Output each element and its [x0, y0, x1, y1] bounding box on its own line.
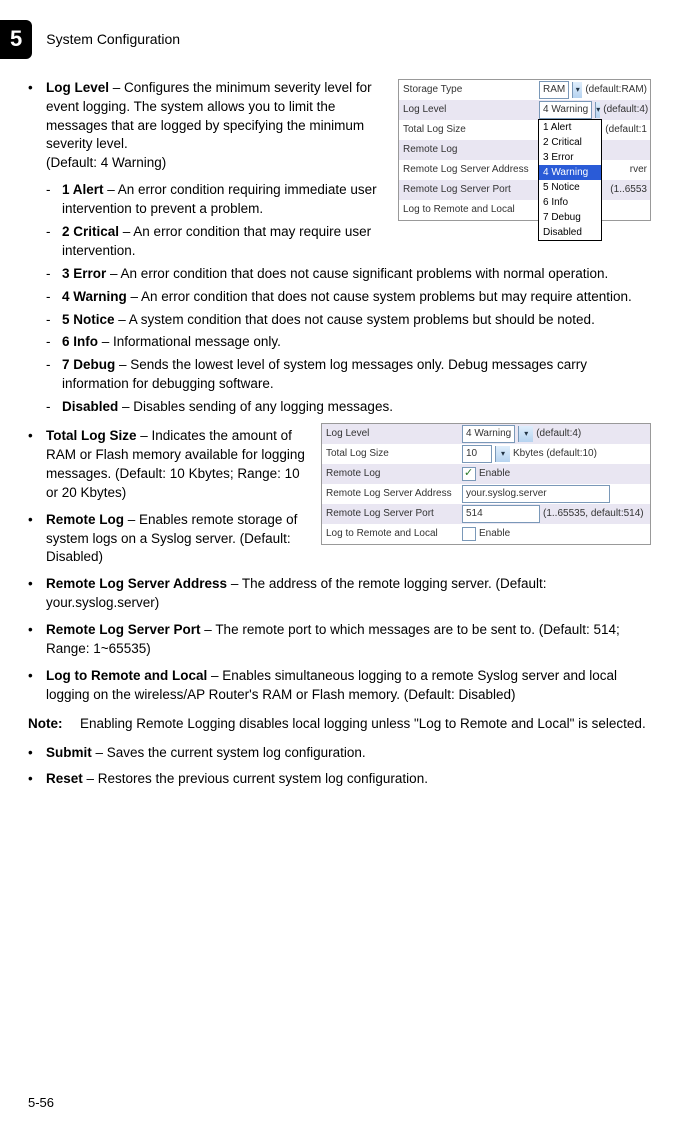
dropdown-option[interactable]: 6 Info	[539, 195, 601, 210]
page-number: 5-56	[28, 1094, 54, 1112]
bullet-log-level: • Log Level – Configures the minimum sev…	[28, 79, 392, 173]
config-panel-loglevel: Storage Type RAM▾ (default:RAM) Log Leve…	[398, 79, 651, 221]
page-header: 5 System Configuration	[28, 20, 651, 59]
sub-2critical: -2 Critical – An error condition that ma…	[46, 223, 392, 261]
bullet-reset: • Reset – Restores the previous current …	[28, 770, 651, 789]
sub-6info: -6 Info – Informational message only.	[46, 333, 651, 352]
bullet-submit: • Submit – Saves the current system log …	[28, 744, 651, 763]
row-label: Remote Log Server Address	[399, 163, 539, 177]
log-level-dropdown[interactable]: 1 Alert 2 Critical 3 Error 4 Warning 5 N…	[538, 119, 602, 241]
dropdown-option[interactable]: 1 Alert	[539, 120, 601, 135]
log-level-select[interactable]: 4 Warning	[539, 101, 592, 119]
remote-log-checkbox[interactable]: ✓	[462, 467, 476, 481]
sub-4warning: -4 Warning – An error condition that doe…	[46, 288, 651, 307]
bullet-remote-log: • Remote Log – Enables remote storage of…	[28, 511, 315, 568]
chevron-down-icon[interactable]: ▾	[595, 102, 600, 118]
bullet-log-remote-local: • Log to Remote and Local – Enables simu…	[28, 667, 651, 705]
remote-port-input[interactable]: 514	[462, 505, 540, 523]
sub-disabled: -Disabled – Disables sending of any logg…	[46, 398, 651, 417]
bullet-total-log-size: • Total Log Size – Indicates the amount …	[28, 427, 315, 503]
log-level-select[interactable]: 4 Warning	[462, 425, 515, 443]
total-log-size-select[interactable]: 10	[462, 445, 492, 463]
row-label: Remote Log	[322, 467, 462, 481]
dropdown-option[interactable]: Disabled	[539, 225, 601, 240]
chevron-down-icon[interactable]: ▾	[518, 426, 533, 442]
row-label: Total Log Size	[322, 447, 462, 461]
row-label: Log to Remote and Local	[322, 527, 462, 541]
row-label: Log Level	[322, 427, 462, 441]
dropdown-option[interactable]: 3 Error	[539, 150, 601, 165]
sub-1alert: -1 Alert – An error condition requiring …	[46, 181, 392, 219]
row-label: Log to Remote and Local	[399, 203, 539, 217]
dropdown-option[interactable]: 5 Notice	[539, 180, 601, 195]
log-remote-local-checkbox[interactable]	[462, 527, 476, 541]
row-label: Storage Type	[399, 83, 539, 97]
bullet-remote-port: • Remote Log Server Port – The remote po…	[28, 621, 651, 659]
dropdown-option[interactable]: 2 Critical	[539, 135, 601, 150]
row-label: Log Level	[399, 103, 539, 117]
row-label: Remote Log Server Address	[322, 487, 462, 501]
bullet-remote-addr: • Remote Log Server Address – The addres…	[28, 575, 651, 613]
dropdown-option-selected[interactable]: 4 Warning	[539, 165, 601, 180]
note: Note: Enabling Remote Logging disables l…	[28, 715, 651, 734]
dropdown-option[interactable]: 7 Debug	[539, 210, 601, 225]
chapter-number: 5	[0, 20, 32, 59]
config-panel-totallog: Log Level 4 Warning▾ (default:4) Total L…	[321, 423, 651, 545]
row-label: Remote Log Server Port	[399, 183, 539, 197]
sub-7debug: -7 Debug – Sends the lowest level of sys…	[46, 356, 651, 394]
row-label: Remote Log	[399, 143, 539, 157]
remote-addr-input[interactable]: your.syslog.server	[462, 485, 610, 503]
sub-5notice: -5 Notice – A system condition that does…	[46, 311, 651, 330]
sub-3error: -3 Error – An error condition that does …	[46, 265, 651, 284]
chevron-down-icon[interactable]: ▾	[572, 82, 582, 98]
chevron-down-icon[interactable]: ▾	[495, 446, 510, 462]
row-label: Total Log Size	[399, 123, 539, 137]
page-title: System Configuration	[46, 30, 180, 50]
row-label: Remote Log Server Port	[322, 507, 462, 521]
storage-type-select[interactable]: RAM	[539, 81, 569, 99]
